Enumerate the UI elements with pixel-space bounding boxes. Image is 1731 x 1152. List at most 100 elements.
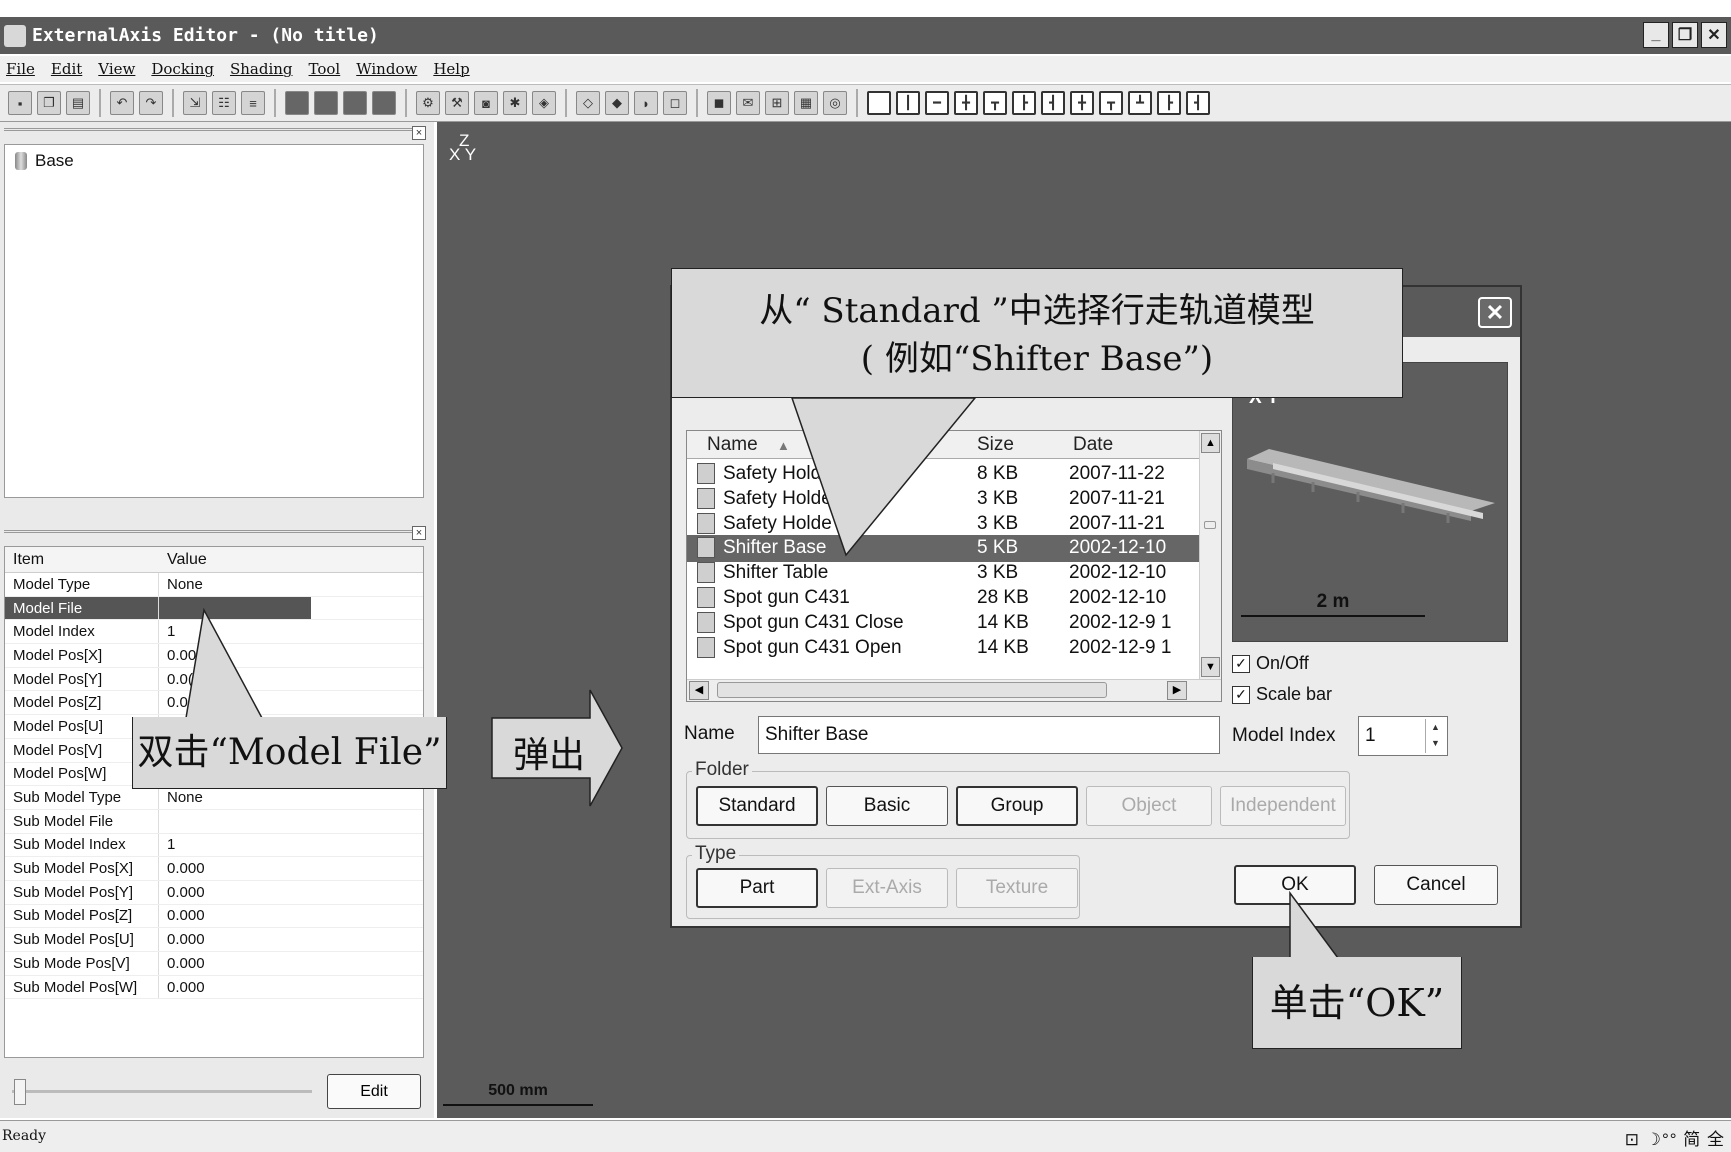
settings-icon[interactable]: ◈ [532, 91, 556, 115]
menu-file[interactable]: File [6, 60, 35, 78]
scroll-right-icon[interactable]: ▶ [1167, 681, 1187, 700]
ime-indicator[interactable]: ⊡ ☽°° 简 全 [1625, 1125, 1725, 1150]
view-icon[interactable]: ▦ [794, 91, 818, 115]
column-size[interactable]: Size [977, 434, 1014, 456]
property-value[interactable] [159, 596, 311, 620]
scroll-down-icon[interactable]: ▼ [1201, 657, 1220, 677]
name-field[interactable]: Shifter Base [758, 716, 1220, 754]
layer-icon[interactable] [372, 91, 396, 115]
minimize-button[interactable]: _ [1643, 22, 1669, 48]
redo-icon[interactable]: ↷ [139, 91, 163, 115]
property-row[interactable]: Sub Model File [5, 809, 423, 834]
property-row[interactable]: Sub Model Pos[X] 0.000 [5, 857, 423, 881]
column-date[interactable]: Date [1073, 434, 1113, 456]
file-row[interactable]: Spot gun C431 28 KB 2002-12-10 [687, 585, 1199, 612]
copy-icon[interactable]: ❐ [37, 91, 61, 115]
properties-panel-header[interactable] [4, 530, 424, 540]
folder-object-button[interactable]: Object [1086, 786, 1212, 826]
layout-four-icon[interactable]: ┣ [1157, 91, 1181, 115]
type-texture-button[interactable]: Texture [956, 868, 1078, 908]
type-part-button[interactable]: Part [696, 868, 818, 908]
layout-quad-icon[interactable]: ╋ [954, 91, 978, 115]
property-value[interactable]: 0.000 [159, 905, 311, 928]
property-row[interactable]: Sub Model Type None [5, 786, 423, 810]
property-value[interactable]: 0.000 [159, 857, 311, 880]
menu-edit[interactable]: Edit [51, 60, 82, 78]
restore-button[interactable]: ❐ [1672, 22, 1698, 48]
onoff-checkbox[interactable]: ✓ On/Off [1232, 653, 1309, 674]
ok-button[interactable]: OK [1234, 865, 1356, 905]
layout-four-icon[interactable]: ┳ [1099, 91, 1123, 115]
menu-tool[interactable]: Tool [309, 60, 341, 78]
column-name[interactable]: Name [707, 434, 758, 456]
dialog-close-button[interactable]: ✕ [1478, 297, 1512, 328]
file-row[interactable]: Spot gun C431 Open 14 KB 2002-12-9 1 [687, 635, 1199, 662]
layer-icon[interactable] [285, 91, 309, 115]
layout-single-icon[interactable] [867, 91, 891, 115]
property-row[interactable]: Sub Model Pos[Y] 0.000 [5, 880, 423, 905]
paste-icon[interactable]: ▤ [66, 91, 90, 115]
menu-view[interactable]: View [98, 60, 135, 78]
view-icon[interactable]: ◎ [823, 91, 847, 115]
close-button[interactable]: ✕ [1701, 22, 1727, 48]
tree-panel-header[interactable] [4, 128, 424, 138]
property-value[interactable]: 0.0( [159, 691, 311, 714]
column-header-item[interactable]: Item [5, 547, 159, 572]
spin-arrows-icon[interactable]: ▲ ▼ [1425, 719, 1445, 753]
property-value[interactable]: 0.00 [159, 644, 311, 667]
file-row[interactable]: Safety Holde 3 KB 2007-11-21 [687, 486, 1199, 513]
layout-four-icon[interactable]: ┻ [1128, 91, 1152, 115]
robot-icon[interactable]: ⚒ [445, 91, 469, 115]
property-row[interactable]: Sub Model Pos[W] 0.000 [5, 975, 423, 1000]
camera-icon[interactable]: ◙ [474, 91, 498, 115]
layout-three-icon[interactable]: ┫ [1041, 91, 1065, 115]
property-value[interactable] [159, 810, 311, 833]
scalebar-checkbox[interactable]: ✓ Scale bar [1232, 684, 1332, 705]
tree-panel-close-icon[interactable]: × [412, 126, 426, 140]
file-row[interactable]: Safety Holde 3 KB 2007-11-21 [687, 511, 1199, 538]
property-row[interactable]: Sub Model Index 1 [5, 833, 423, 858]
property-row[interactable]: Model Index 1 [5, 620, 423, 645]
save-icon[interactable]: ▪ [8, 91, 32, 115]
type-extaxis-button[interactable]: Ext-Axis [826, 868, 948, 908]
scroll-up-icon[interactable]: ▲ [1201, 433, 1220, 453]
cube-icon[interactable]: ◗ [634, 91, 658, 115]
robot-icon[interactable]: ⚙ [416, 91, 440, 115]
model-index-stepper[interactable]: 1 ▲ ▼ [1358, 716, 1448, 756]
file-list-vscroll[interactable]: ▲ ▼ [1199, 431, 1221, 679]
menu-shading[interactable]: Shading [230, 60, 293, 78]
slider-thumb[interactable] [14, 1079, 26, 1105]
scroll-left-icon[interactable]: ◀ [689, 681, 709, 700]
undo-icon[interactable]: ↶ [110, 91, 134, 115]
menu-docking[interactable]: Docking [151, 60, 214, 78]
layout-vsplit-icon[interactable]: ┃ [896, 91, 920, 115]
property-row[interactable]: Model Pos[Z] 0.0( [5, 691, 423, 716]
property-value[interactable]: 1 [159, 834, 311, 857]
folder-standard-button[interactable]: Standard [696, 786, 818, 826]
folder-independent-button[interactable]: Independent [1220, 786, 1346, 826]
align-icon[interactable]: ≡ [241, 91, 265, 115]
settings-icon[interactable]: ✱ [503, 91, 527, 115]
menu-help[interactable]: Help [433, 60, 469, 78]
scroll-thumb[interactable] [1204, 521, 1216, 529]
file-row[interactable]: Safety Hold 8 KB 2007-11-22 [687, 461, 1199, 488]
layout-hsplit-icon[interactable]: ━ [925, 91, 949, 115]
hscroll-thumb[interactable] [717, 682, 1107, 698]
file-list-hscroll[interactable]: ◀ ▶ [687, 679, 1221, 701]
panel-slider[interactable] [12, 1077, 312, 1105]
tree-icon[interactable]: ☷ [212, 91, 236, 115]
property-row[interactable]: Sub Model Pos[U] 0.000 [5, 928, 423, 952]
properties-panel-close-icon[interactable]: × [412, 526, 426, 540]
file-row[interactable]: Shifter Base 5 KB 2002-12-10 [687, 535, 1199, 563]
cube-icon[interactable]: ◻ [663, 91, 687, 115]
layer-icon[interactable] [314, 91, 338, 115]
property-value[interactable]: 0.000 [159, 952, 311, 975]
folder-group-button[interactable]: Group [956, 786, 1078, 826]
property-value[interactable]: 1 [159, 620, 311, 643]
property-row[interactable]: Sub Mode Pos[V] 0.000 [5, 952, 423, 976]
property-row[interactable]: Model File [5, 596, 423, 621]
property-value[interactable]: None [159, 573, 311, 596]
property-row[interactable]: Model Pos[Y] 0.0( [5, 667, 423, 692]
view-icon[interactable]: ◼ [707, 91, 731, 115]
file-row[interactable]: Spot gun C431 Close 14 KB 2002-12-9 1 [687, 610, 1199, 637]
